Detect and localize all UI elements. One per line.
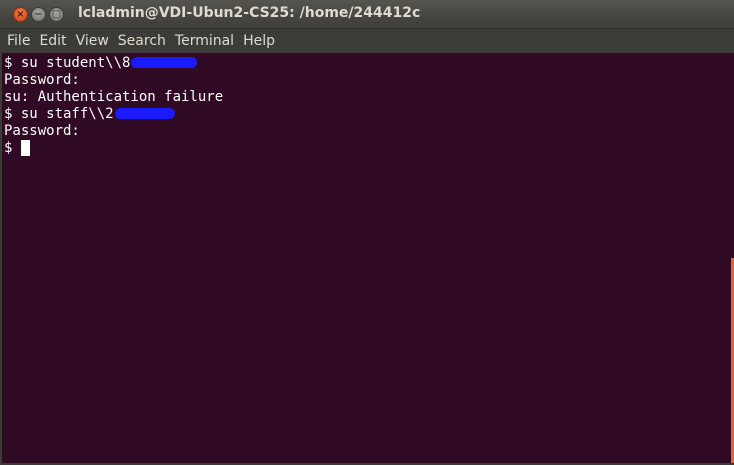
command-text: $ su staff\\2 <box>4 106 114 122</box>
window-title: lcladmin@VDI-Ubun2-CS25: /home/244412c <box>78 5 421 21</box>
redaction-mark <box>131 56 198 68</box>
terminal-line: Password: <box>4 123 730 140</box>
title-bar[interactable]: × − □ lcladmin@VDI-Ubun2-CS25: /home/244… <box>0 0 734 29</box>
menu-terminal[interactable]: Terminal <box>175 33 234 49</box>
menu-view[interactable]: View <box>76 33 109 49</box>
maximize-icon[interactable]: □ <box>49 7 64 22</box>
menu-edit[interactable]: Edit <box>39 33 66 49</box>
minimize-icon[interactable]: − <box>31 7 46 22</box>
close-icon[interactable]: × <box>13 7 28 22</box>
terminal-line: Password: <box>4 72 730 89</box>
menu-help[interactable]: Help <box>243 33 275 49</box>
menu-bar: File Edit View Search Terminal Help <box>0 29 734 53</box>
terminal-line: $ su student\\8 <box>4 55 730 72</box>
menu-search[interactable]: Search <box>118 33 166 49</box>
text-cursor <box>20 140 30 156</box>
command-text: $ su student\\8 <box>4 55 131 71</box>
redaction-mark <box>114 107 175 119</box>
terminal-line: $ su staff\\2 <box>4 106 730 123</box>
prompt-text: Password: <box>4 123 80 139</box>
prompt-text: Password: <box>4 72 80 88</box>
terminal-line: su: Authentication failure <box>4 89 730 106</box>
error-text: su: Authentication failure <box>4 89 224 105</box>
terminal-output[interactable]: $ su student\\8 Password: su: Authentica… <box>2 53 730 463</box>
terminal-window: × − □ lcladmin@VDI-Ubun2-CS25: /home/244… <box>0 0 734 465</box>
terminal-line: $ <box>4 140 730 157</box>
menu-file[interactable]: File <box>7 33 30 49</box>
shell-prompt: $ <box>4 140 21 156</box>
